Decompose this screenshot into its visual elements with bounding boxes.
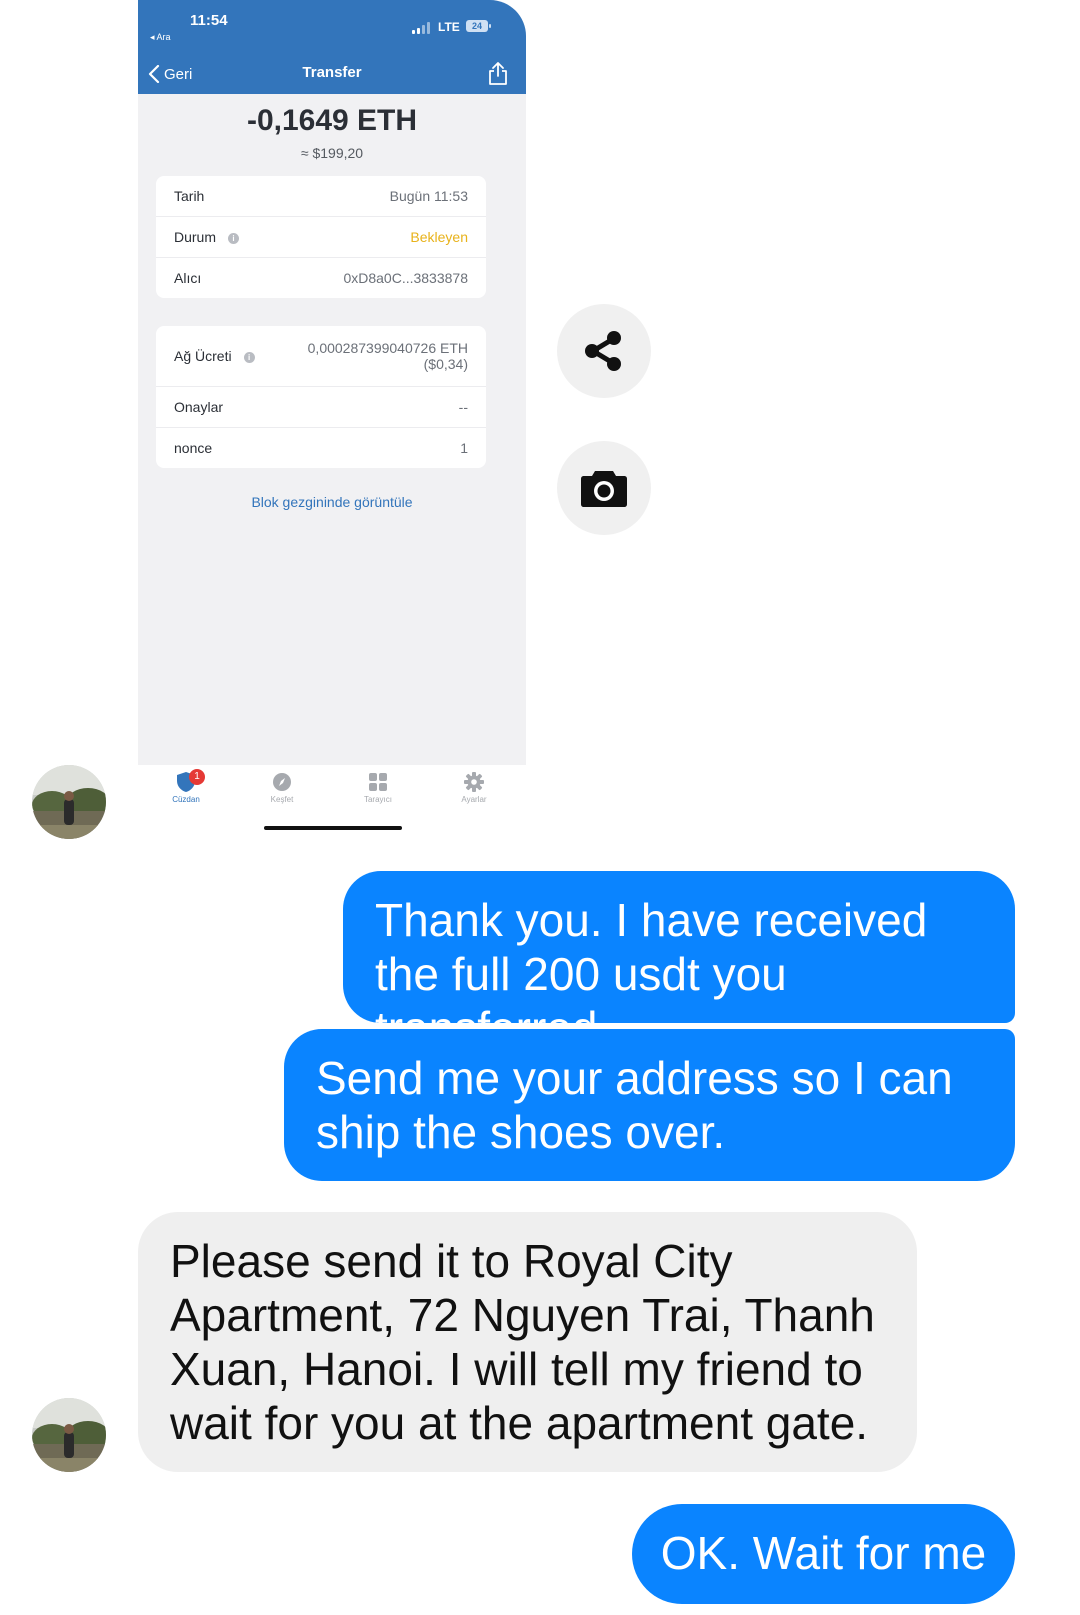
info-icon[interactable]: i	[243, 351, 255, 363]
compass-icon	[273, 773, 291, 791]
detail-label: Tarih	[174, 188, 205, 204]
detail-row-status: Durum i Bekleyen	[156, 217, 486, 258]
confirmations-label: Onaylar	[174, 399, 224, 415]
fee-value: 0,000287399040726 ETH ($0,34)	[308, 340, 468, 372]
detail-label: Durum	[174, 229, 217, 245]
status-time: 11:54	[190, 12, 228, 29]
page-title: Transfer	[302, 64, 362, 81]
recipient-address[interactable]: 0xD8a0C...3833878	[343, 270, 468, 286]
share-button[interactable]	[557, 304, 651, 398]
camera-icon	[581, 471, 627, 507]
detail-row-confirmations: Onaylar --	[156, 387, 486, 428]
message-bubble-sent[interactable]: Thank you. I have received the full 200 …	[343, 871, 1015, 1054]
detail-row-date: Tarih Bugün 11:53	[156, 176, 486, 217]
detail-row-recipient: Alıcı 0xD8a0C...3833878	[156, 258, 486, 298]
grid-icon	[369, 773, 387, 791]
message-bubble-sent[interactable]: Send me your address so I can ship the s…	[284, 1029, 1015, 1181]
status-back-app: ◂ Ara	[150, 32, 171, 42]
fee-label: Ağ Ücreti	[174, 348, 232, 364]
tab-wallet[interactable]: 1 Cüzdan	[156, 769, 216, 804]
detail-row-nonce: nonce 1	[156, 428, 486, 468]
confirmations-value: --	[458, 399, 468, 415]
header-bar: 11:54 ◂ Ara LTE 24 Geri Transfer	[138, 0, 526, 94]
share-icon[interactable]	[486, 60, 510, 86]
message-bubble-received[interactable]: Please send it to Royal City Apartment, …	[138, 1212, 917, 1472]
fee-usd: ($0,34)	[423, 356, 468, 372]
nonce-value: 1	[460, 440, 468, 456]
camera-button[interactable]	[557, 441, 651, 535]
block-explorer-link[interactable]: Blok gezgininde görüntüle	[138, 494, 526, 510]
detail-row-fee: Ağ Ücreti i 0,000287399040726 ETH ($0,34)	[156, 326, 486, 387]
gear-icon	[464, 772, 484, 792]
tab-label: Tarayıcı	[363, 795, 392, 804]
contact-photo-icon	[32, 765, 106, 839]
home-indicator	[264, 826, 402, 830]
tab-browser[interactable]: Tarayıcı	[348, 771, 408, 804]
fee-eth: 0,000287399040726 ETH	[307, 340, 468, 356]
signal-icon	[412, 22, 434, 34]
tab-settings[interactable]: Ayarlar	[444, 771, 504, 804]
tab-bar: 1 Cüzdan Keşfet Tarayıcı Ayarlar	[138, 765, 526, 840]
avatar[interactable]	[32, 1398, 106, 1472]
transfer-amount: -0,1649 ETH	[246, 104, 418, 137]
details-card: Tarih Bugün 11:53 Durum i Bekleyen Alıcı …	[156, 176, 486, 298]
contact-photo-icon	[32, 1398, 106, 1472]
detail-value: Bugün 11:53	[389, 188, 468, 204]
status-badge: Bekleyen	[410, 229, 468, 245]
avatar[interactable]	[32, 765, 106, 839]
transfer-screenshot-image[interactable]: 11:54 ◂ Ara LTE 24 Geri Transfer -0,1649…	[138, 0, 526, 840]
notification-badge: 1	[189, 769, 205, 785]
network-type: LTE	[438, 20, 460, 34]
info-icon[interactable]: i	[228, 232, 240, 244]
transfer-usd-value: ≈ $199,20	[300, 145, 364, 161]
battery-icon: 24	[466, 20, 491, 32]
tab-label: Ayarlar	[461, 795, 487, 804]
tab-label: Cüzdan	[172, 795, 200, 804]
detail-label: Alıcı	[174, 270, 202, 286]
tab-discover[interactable]: Keşfet	[252, 771, 312, 804]
nonce-label: nonce	[174, 440, 213, 456]
message-bubble-sent[interactable]: OK. Wait for me	[632, 1504, 1015, 1604]
fees-card: Ağ Ücreti i 0,000287399040726 ETH ($0,34)…	[156, 326, 486, 468]
tab-label: Keşfet	[270, 795, 294, 804]
share-icon	[585, 331, 621, 371]
